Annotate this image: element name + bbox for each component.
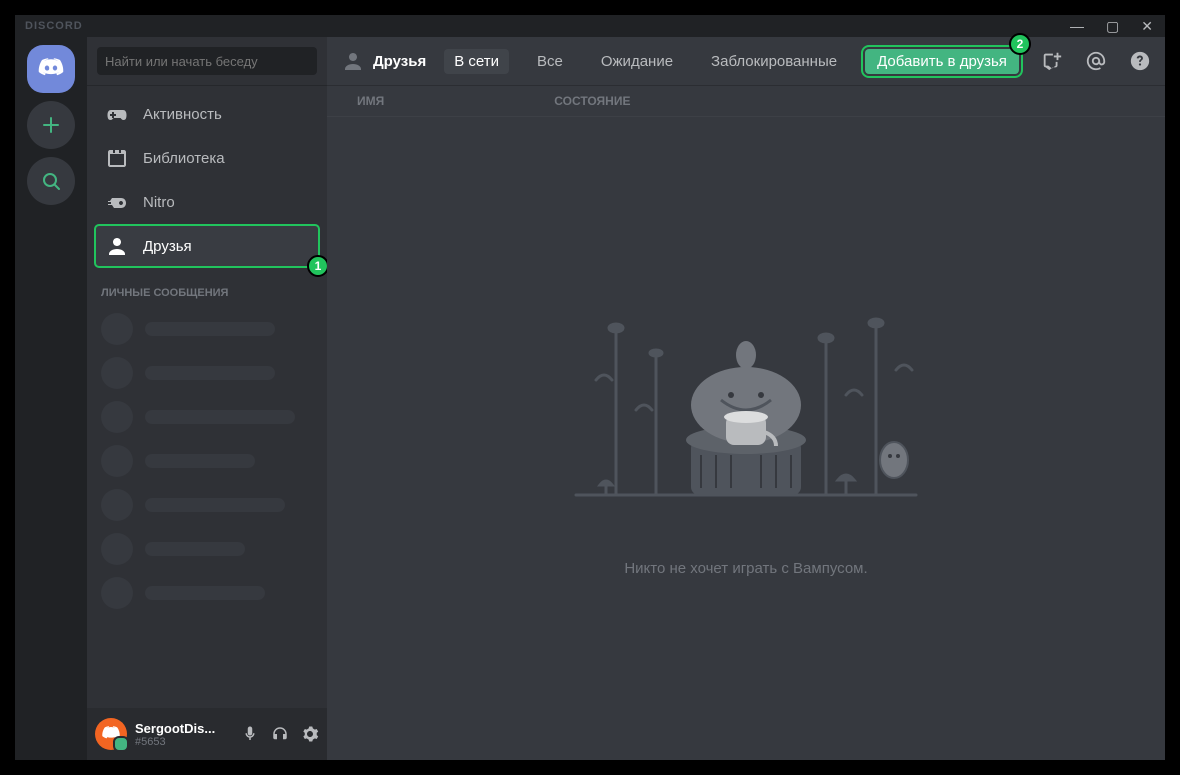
friends-icon (105, 234, 129, 258)
dm-placeholder (95, 527, 319, 571)
main-area: Друзья В сети Все Ожидание Заблокированн… (327, 37, 1165, 760)
help-icon[interactable] (1129, 50, 1151, 72)
deafen-icon[interactable] (271, 725, 289, 743)
table-header: ИМЯ СОСТОЯНИЕ (327, 85, 1165, 117)
nitro-icon (105, 190, 129, 214)
friends-header-icon (341, 49, 365, 73)
dm-placeholder (95, 395, 319, 439)
dm-placeholder (95, 483, 319, 527)
search-icon (41, 171, 61, 191)
sidebar: Активность Библиотека Nitro (87, 37, 327, 760)
discord-logo-icon (37, 58, 65, 80)
tab-all[interactable]: Все (527, 49, 573, 74)
dm-placeholder (95, 571, 319, 615)
sidebar-item-label: Nitro (143, 194, 175, 211)
add-server-button[interactable] (27, 101, 75, 149)
main-header: Друзья В сети Все Ожидание Заблокированн… (327, 37, 1165, 85)
empty-state: Никто не хочет играть с Вампусом. (327, 117, 1165, 760)
titlebar: DISCORD — ▢ ✕ (15, 15, 1165, 37)
user-avatar[interactable] (95, 718, 127, 750)
annotation-step-1: 1 (307, 255, 327, 277)
plus-icon (41, 115, 61, 135)
dm-search-input[interactable] (97, 47, 317, 75)
tab-pending[interactable]: Ожидание (591, 49, 683, 74)
sidebar-item-nitro[interactable]: Nitro (95, 181, 319, 223)
close-icon[interactable]: ✕ (1141, 18, 1153, 35)
sidebar-item-friends[interactable]: Друзья 1 (95, 225, 319, 267)
dm-placeholder (95, 351, 319, 395)
gamepad-icon (105, 102, 129, 126)
dm-section-header: ЛИЧНЫЕ СООБЩЕНИЯ (95, 269, 319, 307)
dm-placeholder (95, 307, 319, 351)
sidebar-item-label: Активность (143, 106, 222, 123)
sidebar-scroll[interactable]: Активность Библиотека Nitro (87, 85, 327, 708)
sidebar-item-label: Библиотека (143, 150, 225, 167)
wumpus-illustration (546, 300, 946, 530)
add-friend-label: Добавить в друзья (877, 53, 1007, 70)
sidebar-item-activity[interactable]: Активность (95, 93, 319, 135)
home-button[interactable] (27, 45, 75, 93)
explore-button[interactable] (27, 157, 75, 205)
minimize-icon[interactable]: — (1070, 18, 1084, 35)
new-group-dm-icon[interactable] (1041, 50, 1063, 72)
annotation-step-2: 2 (1009, 33, 1031, 55)
user-info[interactable]: SergootDis... #5653 (135, 721, 233, 748)
page-title: Друзья (373, 53, 426, 70)
column-status: СОСТОЯНИЕ (554, 94, 630, 108)
maximize-icon[interactable]: ▢ (1106, 18, 1119, 35)
mentions-icon[interactable] (1085, 50, 1107, 72)
add-friend-button[interactable]: Добавить в друзья 2 (865, 49, 1019, 74)
settings-icon[interactable] (301, 725, 319, 743)
app-name: DISCORD (19, 20, 83, 32)
library-icon (105, 146, 129, 170)
tab-online[interactable]: В сети (444, 49, 509, 74)
tab-blocked[interactable]: Заблокированные (701, 49, 847, 74)
guilds-rail (15, 37, 87, 760)
user-name: SergootDis... (135, 721, 233, 736)
user-panel: SergootDis... #5653 (87, 708, 327, 760)
user-tag: #5653 (135, 736, 233, 748)
column-name: ИМЯ (357, 94, 384, 108)
empty-state-message: Никто не хочет играть с Вампусом. (624, 560, 867, 577)
sidebar-item-library[interactable]: Библиотека (95, 137, 319, 179)
window-controls: — ▢ ✕ (1070, 18, 1161, 35)
dm-placeholder (95, 439, 319, 483)
mute-icon[interactable] (241, 725, 259, 743)
sidebar-item-label: Друзья (143, 238, 192, 255)
